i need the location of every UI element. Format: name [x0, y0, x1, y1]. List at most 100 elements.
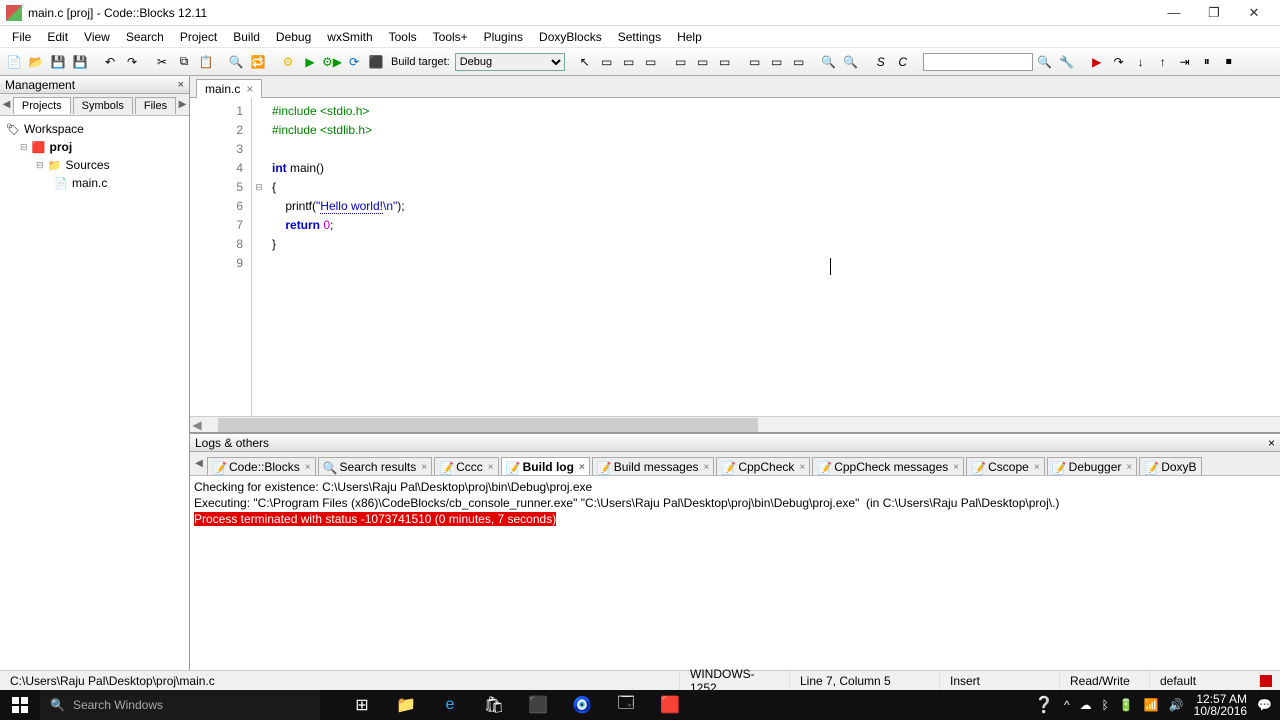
letter-c-icon[interactable]: C [893, 52, 913, 72]
search-go-icon[interactable]: 🔍 [1035, 52, 1055, 72]
store-icon[interactable]: 🛍 [472, 690, 516, 720]
task-view-icon[interactable]: ⊞ [340, 690, 384, 720]
tab-close-icon[interactable]: × [704, 462, 710, 473]
tb-group1-icon[interactable]: ▭ [671, 52, 691, 72]
step-into-icon[interactable]: ↓ [1131, 52, 1151, 72]
tree-workspace[interactable]: 🏷 Workspace [2, 120, 187, 138]
tab-close-icon[interactable]: × [488, 462, 494, 473]
log-tab-cscope[interactable]: 📝Cscope× [966, 457, 1045, 476]
tb-group3-icon[interactable]: ▭ [715, 52, 735, 72]
file-explorer-icon[interactable]: 📁 [384, 690, 428, 720]
menu-build[interactable]: Build [225, 28, 268, 46]
settings-icon[interactable]: 🔧 [1057, 52, 1077, 72]
close-button[interactable]: ✕ [1234, 1, 1274, 25]
volume-icon[interactable]: 🔊 [1169, 698, 1184, 712]
debug-run-icon[interactable]: ▶ [1087, 52, 1107, 72]
cursor-select-icon[interactable]: ↖ [575, 52, 595, 72]
mgmt-tab-left-icon[interactable]: ◀ [2, 99, 11, 110]
management-close-icon[interactable]: × [178, 79, 184, 91]
onedrive-icon[interactable]: ☁ [1080, 698, 1092, 712]
save-icon[interactable]: 💾 [48, 52, 68, 72]
notifications-icon[interactable]: 💬 [1257, 698, 1272, 712]
editor-tab-mainc[interactable]: main.c × [196, 79, 262, 98]
menu-wxsmith[interactable]: wxSmith [319, 28, 380, 46]
build-log-output[interactable]: Checking for existence: C:\Users\Raju Pa… [190, 476, 1280, 670]
menu-view[interactable]: View [76, 28, 118, 46]
abort-icon[interactable]: ⬛ [366, 52, 386, 72]
maximize-button[interactable]: ❐ [1194, 1, 1234, 25]
letter-s-icon[interactable]: S [871, 52, 891, 72]
app2-icon[interactable]: 🧿 [560, 690, 604, 720]
help-icon[interactable]: ❔ [1034, 695, 1054, 715]
code-area[interactable]: #include <stdio.h>#include <stdlib.h> in… [266, 98, 1280, 416]
menu-settings[interactable]: Settings [610, 28, 669, 46]
undo-icon[interactable]: ↶ [100, 52, 120, 72]
menu-search[interactable]: Search [118, 28, 172, 46]
toggle-tb3-icon[interactable]: ▭ [641, 52, 661, 72]
log-tab-buildmsg[interactable]: 📝Build messages× [592, 457, 715, 476]
tab-close-icon[interactable]: × [953, 462, 959, 473]
break-icon[interactable]: ⏸ [1197, 52, 1217, 72]
tree-collapse-icon[interactable]: ⊟ [36, 160, 44, 171]
mgmt-tab-right-icon[interactable]: ▶ [178, 99, 187, 110]
taskbar-search[interactable]: 🔍 Search Windows [40, 690, 320, 720]
menu-help[interactable]: Help [669, 28, 710, 46]
tab-close-icon[interactable]: × [1126, 462, 1132, 473]
tab-files[interactable]: Files [135, 97, 176, 114]
build-icon[interactable]: ⚙ [278, 52, 298, 72]
menu-plugins[interactable]: Plugins [476, 28, 531, 46]
step-over-icon[interactable]: ↷ [1109, 52, 1129, 72]
toggle-tb2-icon[interactable]: ▭ [619, 52, 639, 72]
new-file-icon[interactable]: 📄 [4, 52, 24, 72]
tb-group5-icon[interactable]: ▭ [767, 52, 787, 72]
log-tab-search[interactable]: 🔍Search results× [318, 457, 433, 476]
tab-close-icon[interactable]: × [421, 462, 427, 473]
find-icon[interactable]: 🔍 [226, 52, 246, 72]
tab-projects[interactable]: Projects [13, 97, 71, 114]
menu-project[interactable]: Project [172, 28, 225, 46]
app1-icon[interactable]: ⬛ [516, 690, 560, 720]
copy-icon[interactable]: ⧉ [174, 52, 194, 72]
hscroll-thumb[interactable] [218, 418, 758, 432]
tab-close-icon[interactable]: × [1034, 462, 1040, 473]
editor-area[interactable]: 1 2 3 4 5 6 7 8 9 ⊟ #include <stdio.h>#i… [190, 98, 1280, 416]
log-tab-cppcheckmsg[interactable]: 📝CppCheck messages× [812, 457, 964, 476]
tab-close-icon[interactable]: × [305, 462, 311, 473]
redo-icon[interactable]: ↷ [122, 52, 142, 72]
paste-icon[interactable]: 📋 [196, 52, 216, 72]
replace-icon[interactable]: 🔁 [248, 52, 268, 72]
menu-edit[interactable]: Edit [39, 28, 76, 46]
battery-icon[interactable]: 🔋 [1119, 698, 1134, 712]
start-button[interactable] [0, 690, 40, 720]
clock[interactable]: 12:57 AM 10/8/2016 [1194, 693, 1247, 717]
menu-tools[interactable]: Tools [381, 28, 425, 46]
wifi-icon[interactable]: 📶 [1144, 698, 1159, 712]
log-tab-doxyb[interactable]: 📝DoxyB [1139, 457, 1201, 476]
log-tab-debugger[interactable]: 📝Debugger× [1047, 457, 1138, 476]
tree-collapse-icon[interactable]: ⊟ [20, 142, 28, 153]
menu-doxyblocks[interactable]: DoxyBlocks [531, 28, 610, 46]
log-tab-cccc[interactable]: 📝Cccc× [434, 457, 499, 476]
stop-debug-icon[interactable]: ⏹ [1219, 52, 1239, 72]
zoom-out-icon[interactable]: 🔍 [841, 52, 861, 72]
tb-group6-icon[interactable]: ▭ [789, 52, 809, 72]
codeblocks-taskbar-icon[interactable]: 🟥 [648, 690, 692, 720]
toggle-tb-icon[interactable]: ▭ [597, 52, 617, 72]
build-run-icon[interactable]: ⚙▶ [322, 52, 342, 72]
logs-close-icon[interactable]: × [1268, 436, 1275, 450]
tab-close-icon[interactable]: × [799, 462, 805, 473]
step-instr-icon[interactable]: ⇥ [1175, 52, 1195, 72]
tab-symbols[interactable]: Symbols [73, 97, 133, 114]
save-all-icon[interactable]: 💾 [70, 52, 90, 72]
open-icon[interactable]: 📂 [26, 52, 46, 72]
tb-group4-icon[interactable]: ▭ [745, 52, 765, 72]
minimize-button[interactable]: — [1154, 1, 1194, 25]
tree-project[interactable]: ⊟ 🟥 proj [2, 138, 187, 156]
tree-sources[interactable]: ⊟ 📁 Sources [2, 156, 187, 174]
cut-icon[interactable]: ✂ [152, 52, 172, 72]
logs-tab-left-icon[interactable]: ◀ [193, 458, 205, 469]
tb-group2-icon[interactable]: ▭ [693, 52, 713, 72]
build-target-select[interactable]: Debug [455, 53, 565, 71]
tab-close-icon[interactable]: × [579, 462, 585, 473]
fold-toggle-icon[interactable]: ⊟ [252, 178, 266, 197]
